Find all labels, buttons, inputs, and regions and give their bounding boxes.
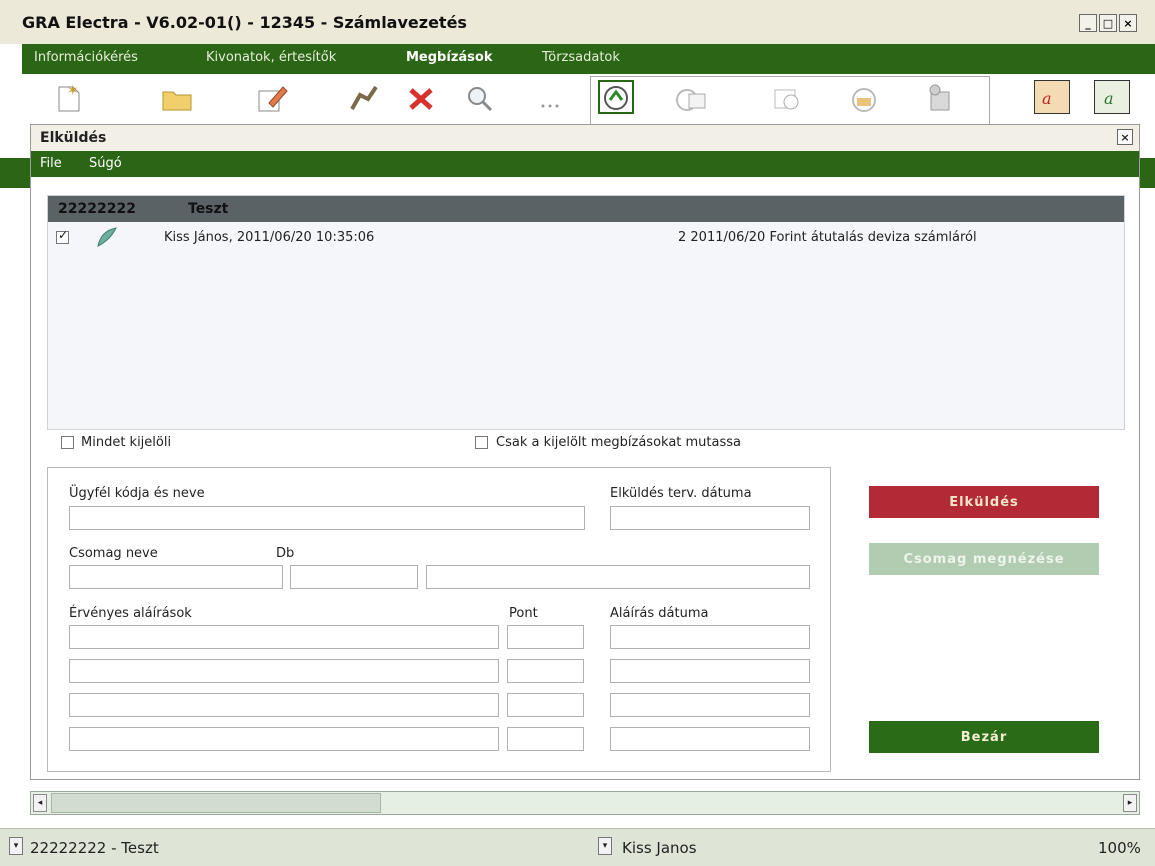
send-icon[interactable] — [598, 80, 634, 114]
select-all-checkbox[interactable] — [61, 436, 74, 449]
minimize-button[interactable]: _ — [1079, 14, 1097, 32]
edit-pencil-icon[interactable] — [254, 80, 290, 114]
open-folder-icon[interactable] — [160, 80, 196, 114]
sign-date-field-3[interactable] — [610, 693, 810, 717]
order-checkbox[interactable] — [56, 228, 69, 244]
green-signature-icon[interactable]: a — [1094, 80, 1130, 114]
status-bar: ▾ 22222222 - Teszt ▾ Kiss Janos 100% — [0, 828, 1155, 866]
points-field-3[interactable] — [507, 693, 584, 717]
menu-item-orders[interactable]: Megbízások — [406, 50, 492, 65]
more-icon[interactable] — [532, 80, 568, 114]
send-button[interactable]: Elküldés — [869, 486, 1099, 518]
menu-item-statements[interactable]: Kivonatok, értesítők — [206, 50, 336, 65]
status-user: Kiss Janos — [622, 839, 697, 857]
sign-date-field-1[interactable] — [610, 625, 810, 649]
send-date-label: Elküldés terv. dátuma — [610, 486, 752, 501]
svg-text:✶: ✶ — [67, 83, 79, 99]
signature-field-3[interactable] — [69, 693, 499, 717]
points-label: Pont — [509, 606, 538, 621]
signatures-label: Érvényes aláírások — [69, 606, 192, 621]
points-field-2[interactable] — [507, 659, 584, 683]
signature-field-4[interactable] — [69, 727, 499, 751]
window-title: GRA Electra - V6.02-01() - 12345 - Száml… — [22, 13, 467, 32]
status-account: 22222222 - Teszt — [30, 839, 159, 857]
client-field[interactable] — [69, 506, 585, 530]
scroll-left-icon[interactable]: ◂ — [33, 794, 47, 812]
maximize-button[interactable]: □ — [1099, 14, 1117, 32]
dialog-titlebar: Elküldés × — [31, 125, 1139, 151]
points-field-1[interactable] — [507, 625, 584, 649]
show-selected-checkbox[interactable] — [475, 436, 488, 449]
red-signature-icon[interactable]: a — [1034, 80, 1070, 114]
package-extra-field[interactable] — [426, 565, 810, 589]
dialog-close-button[interactable]: × — [1117, 129, 1133, 145]
sign-hand-icon[interactable] — [345, 80, 381, 114]
window-titlebar: GRA Electra - V6.02-01() - 12345 - Száml… — [0, 0, 1155, 44]
signature-field-2[interactable] — [69, 659, 499, 683]
sign-date-field-4[interactable] — [610, 727, 810, 751]
package-name-field[interactable] — [69, 565, 283, 589]
horizontal-scrollbar[interactable]: ◂ ▸ — [30, 791, 1140, 815]
scroll-right-icon[interactable]: ▸ — [1123, 794, 1137, 812]
order-signer: Kiss János, 2011/06/20 10:35:06 — [164, 230, 375, 245]
user-dropdown-icon[interactable]: ▾ — [598, 837, 612, 855]
view-package-button[interactable]: Csomag megnézése — [869, 543, 1099, 575]
search-magnifier-icon[interactable] — [462, 80, 498, 114]
sign-date-label: Aláírás dátuma — [610, 606, 709, 621]
header-client-code: 22222222 — [58, 201, 136, 217]
order-list[interactable]: 22222222 Teszt Kiss János, 2011/06/20 10… — [47, 195, 1125, 430]
signature-field-1[interactable] — [69, 625, 499, 649]
print-icon[interactable] — [674, 80, 710, 114]
scroll-thumb[interactable] — [51, 793, 381, 813]
dialog-menu-help[interactable]: Súgó — [89, 156, 122, 171]
dialog-menu-file[interactable]: File — [40, 156, 62, 171]
database-icon[interactable] — [922, 80, 958, 114]
menu-item-master-data[interactable]: Törzsadatok — [542, 50, 620, 65]
refresh-icon[interactable] — [768, 80, 804, 114]
main-toolbar: ✶ a a — [22, 74, 1155, 126]
close-button[interactable]: × — [1119, 14, 1137, 32]
menu-item-information[interactable]: Információkérés — [34, 50, 138, 65]
order-detail: 2 2011/06/20 Forint átutalás deviza szám… — [678, 230, 977, 245]
feather-icon — [94, 226, 118, 252]
svg-text:a: a — [1104, 89, 1114, 108]
show-selected-label: Csak a kijelölt megbízásokat mutassa — [496, 435, 742, 450]
package-name-label: Csomag neve — [69, 546, 158, 561]
count-label: Db — [276, 546, 295, 561]
dialog-menubar: File Súgó — [31, 151, 1139, 177]
count-field[interactable] — [290, 565, 418, 589]
select-all-label: Mindet kijelöli — [81, 435, 172, 450]
sign-date-field-2[interactable] — [610, 659, 810, 683]
send-date-field[interactable] — [610, 506, 810, 530]
close-dialog-button[interactable]: Bezár — [869, 721, 1099, 753]
main-menubar: Információkérés Kivonatok, értesítők Meg… — [22, 44, 1155, 74]
send-dialog: Elküldés × File Súgó 22222222 Teszt Kiss… — [30, 124, 1140, 780]
new-document-icon[interactable]: ✶ — [50, 80, 86, 114]
package-form: Ügyfél kódja és neve Elküldés terv. dátu… — [47, 467, 831, 772]
list-header: 22222222 Teszt — [48, 196, 1124, 222]
package-icon[interactable] — [846, 80, 882, 114]
account-dropdown-icon[interactable]: ▾ — [9, 837, 23, 855]
svg-text:a: a — [1042, 89, 1052, 108]
points-field-4[interactable] — [507, 727, 584, 751]
dialog-title: Elküldés — [40, 130, 107, 146]
header-client-name: Teszt — [188, 201, 229, 217]
delete-x-icon[interactable] — [403, 80, 439, 114]
status-zoom: 100% — [1098, 839, 1141, 857]
client-label: Ügyfél kódja és neve — [69, 486, 205, 501]
